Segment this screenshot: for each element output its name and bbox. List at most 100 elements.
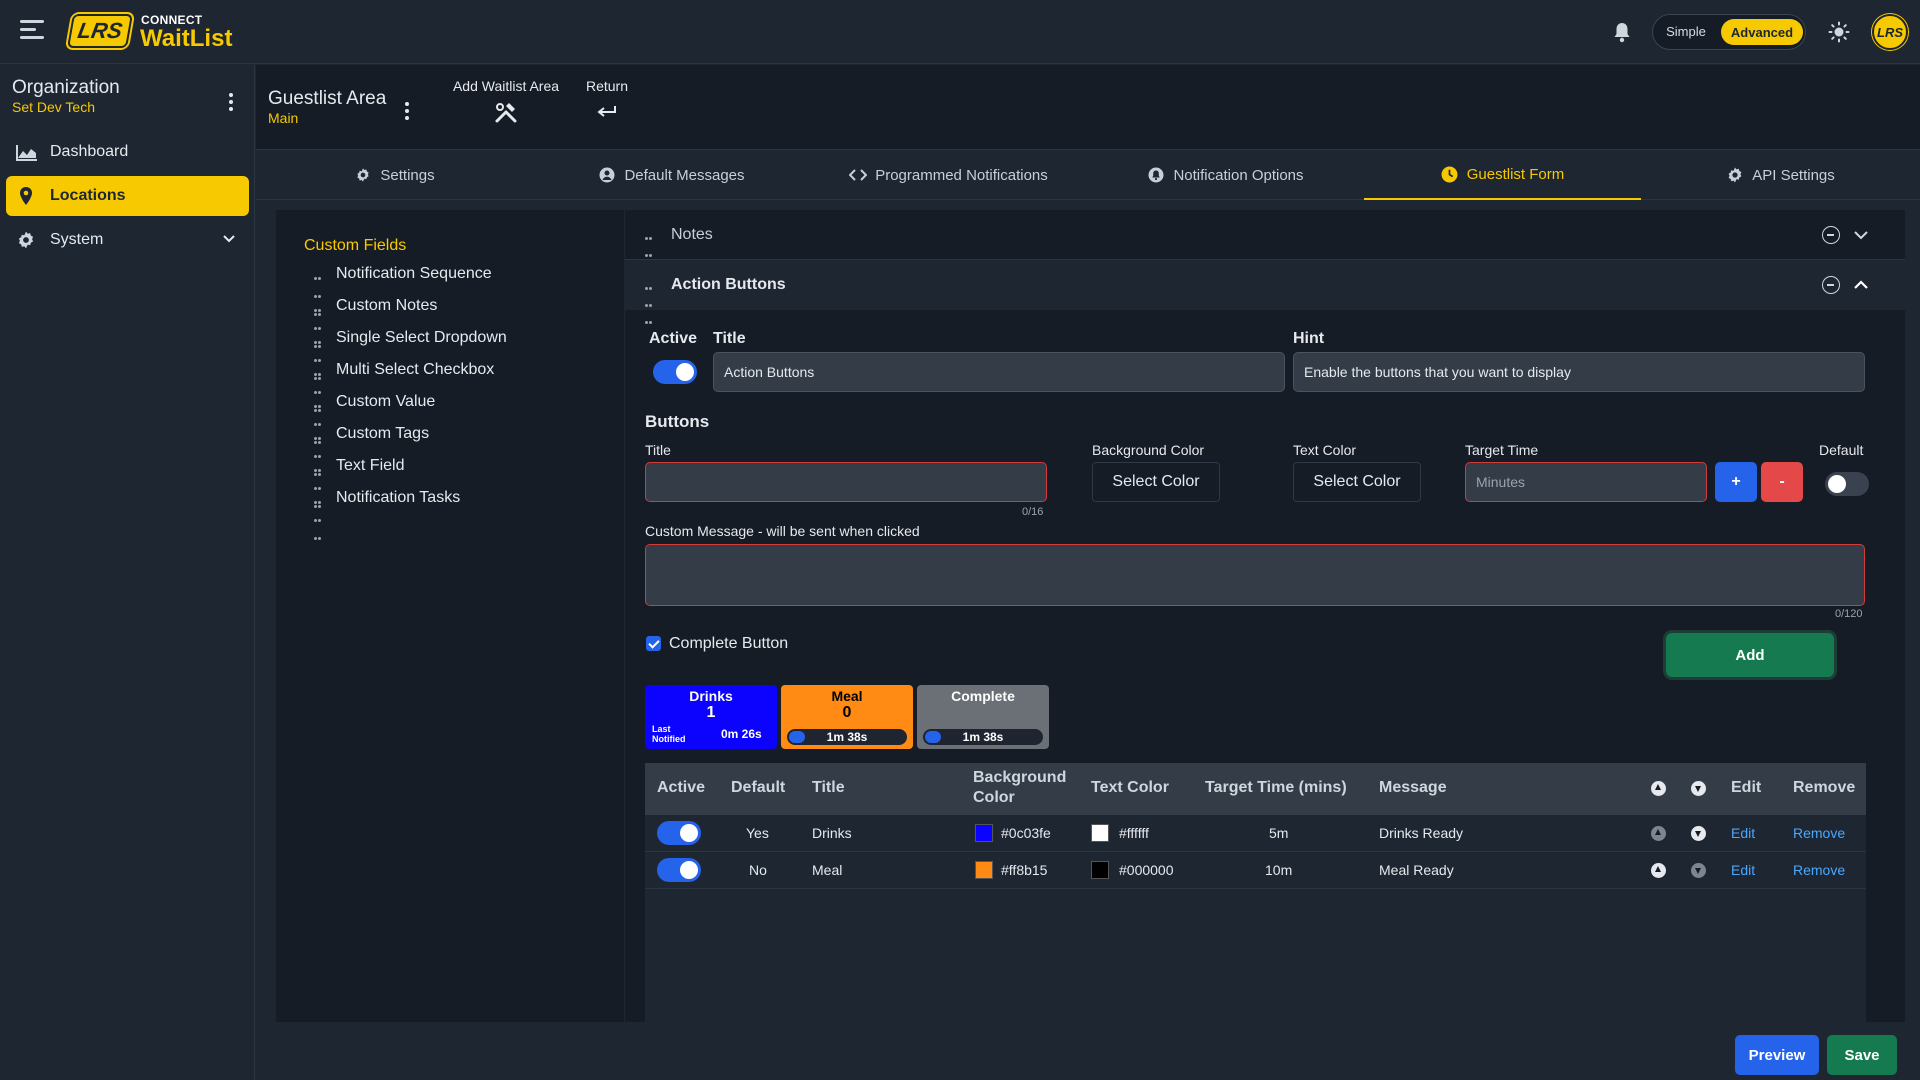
bell-circle-icon	[1148, 167, 1164, 183]
remove-circle-icon[interactable]	[1822, 226, 1840, 244]
tab-programmed-notifications[interactable]: Programmed Notifications	[810, 150, 1087, 200]
table-row: Yes Drinks #0c03fe #ffffff 5m Drinks Rea…	[645, 815, 1866, 852]
return-button[interactable]: Return	[572, 78, 642, 122]
preview-card-meal[interactable]: Meal 0 1m 38s	[781, 685, 913, 749]
preview-card-last-notified: Last Notified	[652, 724, 686, 744]
tab-settings[interactable]: Settings	[256, 150, 533, 200]
chevron-up-icon[interactable]	[1852, 276, 1870, 294]
active-toggle[interactable]	[653, 360, 697, 384]
remove-link[interactable]: Remove	[1793, 862, 1845, 878]
drag-handle-icon[interactable]	[314, 332, 324, 380]
preview-card-complete[interactable]: Complete 1m 38s	[917, 685, 1049, 749]
clock-icon	[1441, 166, 1458, 182]
drag-handle-icon[interactable]	[314, 460, 324, 508]
move-up-icon[interactable]	[1651, 863, 1666, 878]
remove-circle-icon[interactable]	[1822, 276, 1840, 294]
custom-fields-panel: Custom Fields Notification Sequence Cust…	[276, 210, 624, 1022]
action-buttons-accordion-header[interactable]: Action Buttons	[625, 260, 1905, 324]
top-bar: LRS CONNECT WaitList Simple Advanced LRS	[0, 0, 1920, 64]
preview-card-drinks[interactable]: Drinks 1 Last Notified 0m 26s	[645, 685, 777, 749]
preview-card-time: 1m 38s	[826, 730, 868, 744]
row-title: Drinks	[812, 825, 852, 841]
preview-card-count: 1	[706, 704, 716, 721]
sun-icon[interactable]	[1828, 21, 1850, 43]
custom-message-input[interactable]	[645, 544, 1865, 606]
page-menu-icon[interactable]	[404, 102, 410, 122]
sidebar-item-locations[interactable]: Locations	[6, 176, 249, 216]
th-background: Background	[973, 769, 1067, 786]
row-active-toggle[interactable]	[657, 858, 701, 882]
tab-guestlist-form[interactable]: Guestlist Form	[1364, 150, 1641, 200]
hint-label: Hint	[1293, 330, 1325, 347]
brand-title: WaitList	[140, 25, 233, 52]
custom-field-label: Notification Sequence	[336, 265, 492, 282]
text-color-swatch	[1091, 824, 1109, 842]
add-waitlist-area-button[interactable]: Add Waitlist Area	[441, 78, 571, 124]
tab-notification-options[interactable]: Notification Options	[1087, 150, 1364, 200]
text-color-button[interactable]: Select Color	[1293, 462, 1421, 502]
background-color-button[interactable]: Select Color	[1092, 462, 1220, 502]
mode-simple[interactable]: Simple	[1661, 24, 1711, 39]
preview-card-time: 1m 38s	[962, 730, 1004, 744]
drag-handle-icon[interactable]	[314, 268, 324, 316]
sidebar-item-system[interactable]: System	[6, 220, 249, 260]
avatar[interactable]: LRS	[1872, 14, 1908, 50]
save-button[interactable]: Save	[1827, 1035, 1897, 1075]
tab-bar: Settings Default Messages Programmed Not…	[256, 150, 1920, 200]
tab-label: Settings	[380, 166, 435, 184]
bg-color-swatch	[975, 824, 993, 842]
tab-label: API Settings	[1752, 166, 1835, 184]
preview-card-title: Drinks	[689, 688, 733, 704]
default-label: Default	[1819, 442, 1864, 458]
sidebar-item-dashboard[interactable]: Dashboard	[6, 132, 249, 172]
target-time-input[interactable]: Minutes	[1465, 462, 1707, 502]
drag-handle-icon[interactable]	[314, 492, 324, 540]
complete-button-checkbox[interactable]	[646, 636, 661, 651]
remove-link[interactable]: Remove	[1793, 825, 1845, 841]
default-toggle[interactable]	[1825, 472, 1869, 496]
tab-default-messages[interactable]: Default Messages	[533, 150, 810, 200]
custom-field-label: Custom Value	[336, 393, 436, 410]
hint-input[interactable]: Enable the buttons that you want to disp…	[1293, 352, 1865, 392]
row-message: Meal Ready	[1379, 862, 1454, 878]
edit-link[interactable]: Edit	[1731, 862, 1755, 878]
hint-input-value: Enable the buttons that you want to disp…	[1304, 364, 1571, 380]
move-up-icon[interactable]	[1651, 826, 1666, 841]
buttons-table: Active Default Title Background Color Te…	[645, 763, 1866, 1022]
increment-button[interactable]: +	[1715, 462, 1757, 502]
notes-accordion-header[interactable]: Notes	[625, 210, 1905, 274]
text-color-button-label: Select Color	[1313, 473, 1401, 490]
tab-api-settings[interactable]: API Settings	[1641, 150, 1920, 200]
decrement-label: -	[1779, 473, 1785, 490]
row-default: Yes	[746, 825, 769, 841]
move-down-icon[interactable]	[1691, 863, 1706, 878]
mode-switch[interactable]: Simple Advanced	[1652, 14, 1806, 50]
th-default: Default	[731, 779, 786, 796]
org-menu-icon[interactable]	[228, 93, 234, 113]
page-subtitle: Main	[268, 110, 299, 126]
drag-handle-icon[interactable]	[314, 428, 324, 476]
drag-handle-icon[interactable]	[645, 278, 655, 324]
chevron-down-icon[interactable]	[1852, 226, 1870, 244]
save-button-label: Save	[1844, 1046, 1880, 1064]
drag-handle-icon[interactable]	[314, 396, 324, 444]
move-down-icon[interactable]	[1691, 826, 1706, 841]
sidebar-item-label: Locations	[50, 187, 126, 204]
drag-handle-icon[interactable]	[314, 300, 324, 348]
add-button[interactable]: Add	[1666, 633, 1834, 677]
row-active-toggle[interactable]	[657, 821, 701, 845]
button-title-input[interactable]	[645, 462, 1047, 502]
preview-button[interactable]: Preview	[1735, 1035, 1819, 1075]
avatar-text: LRS	[1877, 24, 1903, 40]
gear-icon	[357, 168, 370, 182]
title-input[interactable]: Action Buttons	[713, 352, 1285, 392]
drag-handle-icon[interactable]	[314, 364, 324, 412]
brand-logo: LRS	[67, 14, 133, 48]
mode-advanced[interactable]: Advanced	[1721, 19, 1803, 45]
bell-icon[interactable]	[1612, 21, 1632, 43]
edit-link[interactable]: Edit	[1731, 825, 1755, 841]
drag-handle-icon[interactable]	[645, 228, 655, 274]
decrement-button[interactable]: -	[1761, 462, 1803, 502]
buttons-heading: Buttons	[645, 412, 710, 431]
menu-icon[interactable]	[20, 20, 44, 44]
